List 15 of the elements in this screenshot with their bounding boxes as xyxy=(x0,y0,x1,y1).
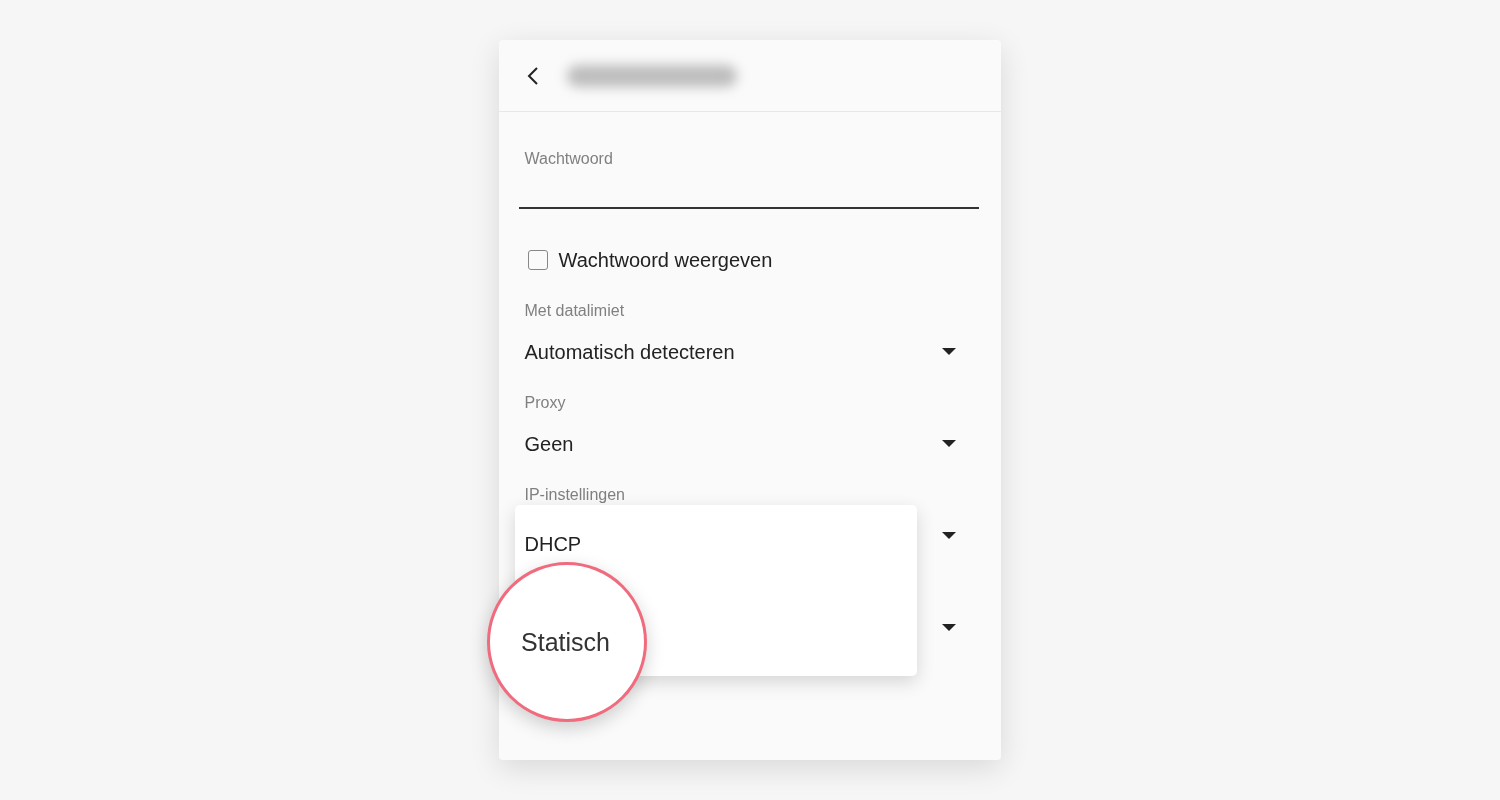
menu-option[interactable]: Statisch xyxy=(521,627,610,657)
dropdown-value[interactable]: Automatisch detecteren xyxy=(524,341,735,363)
field-label: IP-instellingen xyxy=(523,485,626,505)
caret-icon[interactable] xyxy=(941,440,956,448)
field-label: Proxy xyxy=(523,393,567,413)
caret-icon[interactable] xyxy=(941,624,956,632)
checkbox-label: Wachtwoord weergeven xyxy=(558,248,773,272)
field-label: Wachtwoord xyxy=(523,149,614,169)
back-icon[interactable] xyxy=(526,66,539,85)
caret-icon[interactable] xyxy=(941,532,956,540)
dropdown-value[interactable]: Geen xyxy=(524,433,574,455)
caret-icon[interactable] xyxy=(941,348,956,356)
checkbox[interactable] xyxy=(527,250,548,270)
field-label: Met datalimiet xyxy=(523,301,626,321)
menu-option[interactable]: DHCP xyxy=(524,532,582,556)
